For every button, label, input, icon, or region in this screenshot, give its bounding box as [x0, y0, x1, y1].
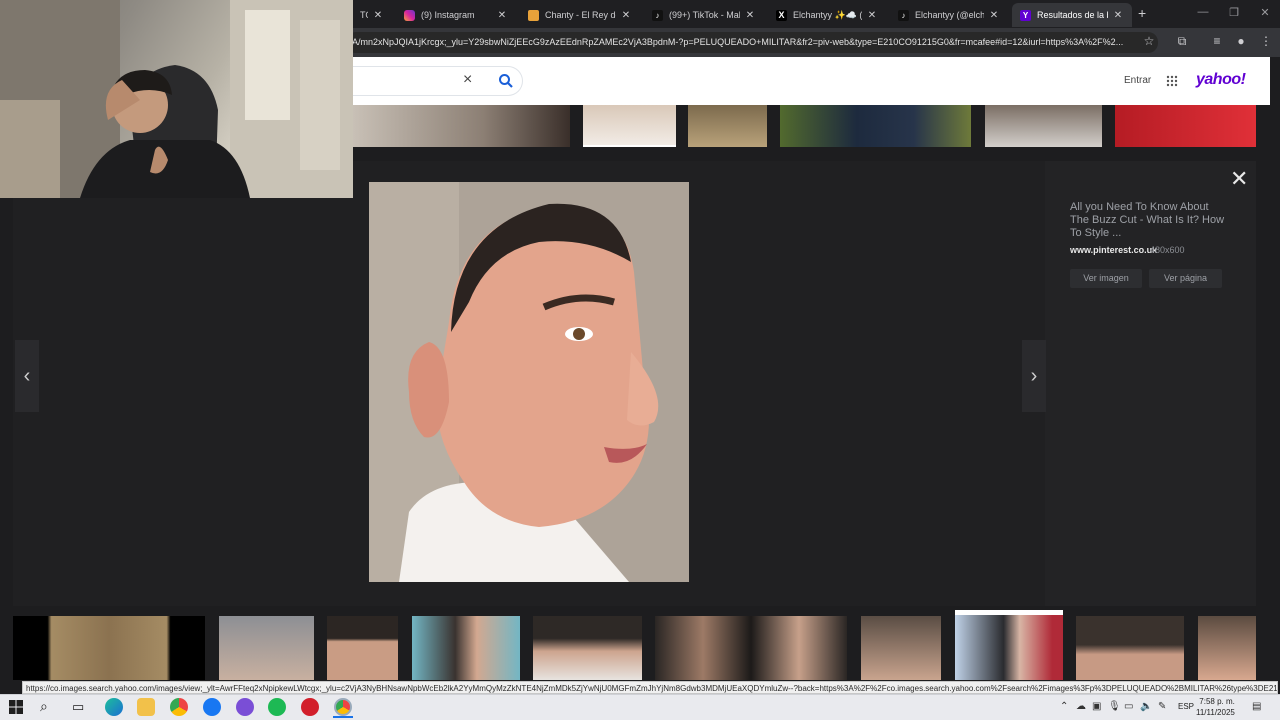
- prev-image-button[interactable]: ‹: [15, 340, 39, 412]
- close-window-icon[interactable]: ✕: [1257, 6, 1273, 19]
- microphone-icon[interactable]: 🎙: [1108, 701, 1121, 712]
- windows-taskbar: [0, 694, 1280, 720]
- result-thumbnail[interactable]: [327, 616, 398, 680]
- view-image-button[interactable]: Ver imagen: [1070, 269, 1142, 288]
- tab-title: Resultados de la búsq: [1037, 10, 1108, 20]
- device-icon[interactable]: ▣: [1092, 701, 1101, 712]
- result-thumbnail[interactable]: [412, 616, 520, 680]
- tab-yahoo-results[interactable]: Y Resultados de la búsq ✕: [1012, 3, 1132, 27]
- image-dimensions: 480x600: [1150, 245, 1185, 255]
- active-app-indicator: [333, 716, 353, 718]
- tab-tiktok[interactable]: ♪ (99+) TikTok - Make Y ✕: [644, 3, 764, 27]
- result-thumbnail[interactable]: [1115, 105, 1256, 147]
- tiktok-icon: ♪: [652, 9, 663, 21]
- tab-title: (99+) TikTok - Make Y: [669, 10, 740, 20]
- x-icon: X: [776, 9, 787, 21]
- tab-tor[interactable]: TOR ✕: [352, 3, 392, 27]
- cloud-icon[interactable]: ☁: [1076, 701, 1086, 712]
- crown-icon: [528, 9, 539, 21]
- close-icon[interactable]: ✕: [988, 10, 1000, 21]
- tab-tiktok-profile[interactable]: ♪ Elchantyy (@elchanty ✕: [890, 3, 1008, 27]
- image-title-link[interactable]: All you Need To Know About The Buzz Cut …: [1070, 201, 1230, 240]
- close-icon[interactable]: ✕: [1112, 10, 1124, 21]
- tab-title: Elchantyy ✨☁️ (@El: [793, 9, 862, 20]
- result-thumbnail[interactable]: [533, 616, 642, 680]
- network-icon[interactable]: ▭: [1124, 701, 1133, 712]
- next-image-button[interactable]: ›: [1022, 340, 1046, 412]
- extensions-icon[interactable]: ⧉: [1174, 34, 1190, 49]
- tab-chanty[interactable]: Chanty - El Rey del R ✕: [520, 3, 640, 27]
- result-thumbnail[interactable]: [583, 105, 676, 147]
- yahoo-icon: Y: [1020, 9, 1031, 21]
- chevron-up-icon[interactable]: ⌃: [1060, 701, 1068, 712]
- close-icon[interactable]: ✕: [744, 10, 756, 21]
- result-thumbnail[interactable]: [1198, 616, 1256, 680]
- instagram-icon: [404, 9, 415, 21]
- new-tab-button[interactable]: +: [1138, 5, 1146, 21]
- volume-icon[interactable]: 🔈: [1140, 701, 1152, 712]
- result-thumbnail[interactable]: [219, 616, 314, 680]
- facebook-icon[interactable]: [203, 698, 221, 716]
- buzz-cut-photo: [369, 182, 689, 582]
- edge-icon[interactable]: [105, 698, 123, 716]
- result-thumbnail[interactable]: [13, 616, 205, 680]
- result-thumbnail[interactable]: [353, 105, 570, 147]
- tab-title: TOR: [360, 10, 368, 20]
- windows-start-icon[interactable]: [9, 700, 23, 714]
- more-menu-icon[interactable]: ⋮: [1258, 34, 1274, 48]
- result-thumbnail[interactable]: [655, 616, 847, 680]
- tab-title: (9) Instagram: [421, 10, 475, 20]
- image-source-site[interactable]: www.pinterest.co.uk: [1070, 245, 1157, 255]
- yahoo-logo[interactable]: yahoo!: [1196, 71, 1246, 89]
- search-taskbar-icon[interactable]: ⌕: [40, 698, 48, 715]
- link-status-bar: https://co.images.search.yahoo.com/image…: [22, 681, 1278, 694]
- address-bar[interactable]: A/mn2xNpJQIA1jKrcgx;_ylu=Y29sbwNiZjEEcG9…: [346, 32, 1158, 53]
- app-icon[interactable]: [301, 698, 319, 716]
- media-icon[interactable]: ≡: [1209, 34, 1225, 48]
- clock-date: 11/11/2025: [1196, 708, 1235, 717]
- profile-icon[interactable]: ●: [1233, 34, 1249, 48]
- webcam-overlay: [0, 0, 353, 198]
- close-icon[interactable]: ✕: [372, 10, 384, 21]
- result-thumbnail[interactable]: [985, 105, 1102, 147]
- spotify-icon[interactable]: [268, 698, 286, 716]
- apps-grid-icon[interactable]: [1166, 75, 1178, 87]
- preview-image[interactable]: [369, 182, 689, 582]
- clock[interactable]: 7:58 p. m. 11/11/2025: [1196, 696, 1235, 718]
- tab-title: Chanty - El Rey del R: [545, 10, 616, 20]
- tiktok-icon: ♪: [898, 9, 909, 21]
- view-page-button[interactable]: Ver página: [1149, 269, 1222, 288]
- notifications-icon[interactable]: ▤: [1252, 701, 1261, 712]
- tab-x[interactable]: X Elchantyy ✨☁️ (@El ✕: [768, 3, 886, 27]
- restore-icon[interactable]: ❐: [1226, 6, 1242, 19]
- chrome-active-icon[interactable]: [334, 698, 352, 716]
- messenger-icon[interactable]: [236, 698, 254, 716]
- webcam-feed: [0, 0, 353, 198]
- close-icon[interactable]: ✕: [620, 10, 632, 21]
- search-icon[interactable]: [498, 73, 514, 89]
- chrome-icon[interactable]: [170, 698, 188, 716]
- file-explorer-icon[interactable]: [137, 698, 155, 716]
- clear-search-icon[interactable]: ×: [463, 71, 472, 89]
- result-thumbnail[interactable]: [688, 105, 767, 147]
- tab-instagram[interactable]: (9) Instagram ✕: [396, 3, 516, 27]
- result-thumbnail[interactable]: [780, 105, 971, 147]
- task-view-icon[interactable]: ▭: [72, 699, 84, 715]
- close-lightbox-button[interactable]: ✕: [1230, 166, 1248, 192]
- star-icon[interactable]: ☆: [1141, 34, 1157, 48]
- tab-title: Elchantyy (@elchanty: [915, 10, 984, 20]
- close-icon[interactable]: ✕: [866, 10, 878, 21]
- result-thumbnail[interactable]: [861, 616, 941, 680]
- signin-link[interactable]: Entrar: [1124, 75, 1151, 86]
- pen-icon[interactable]: ✎: [1158, 701, 1166, 712]
- language-indicator[interactable]: ESP: [1178, 702, 1194, 711]
- minimize-icon[interactable]: —: [1195, 6, 1211, 18]
- close-icon[interactable]: ✕: [496, 10, 508, 21]
- clock-time: 7:58 p. m.: [1199, 697, 1235, 706]
- result-thumbnail[interactable]: [1076, 616, 1184, 680]
- result-thumbnail-selected[interactable]: [955, 610, 1063, 680]
